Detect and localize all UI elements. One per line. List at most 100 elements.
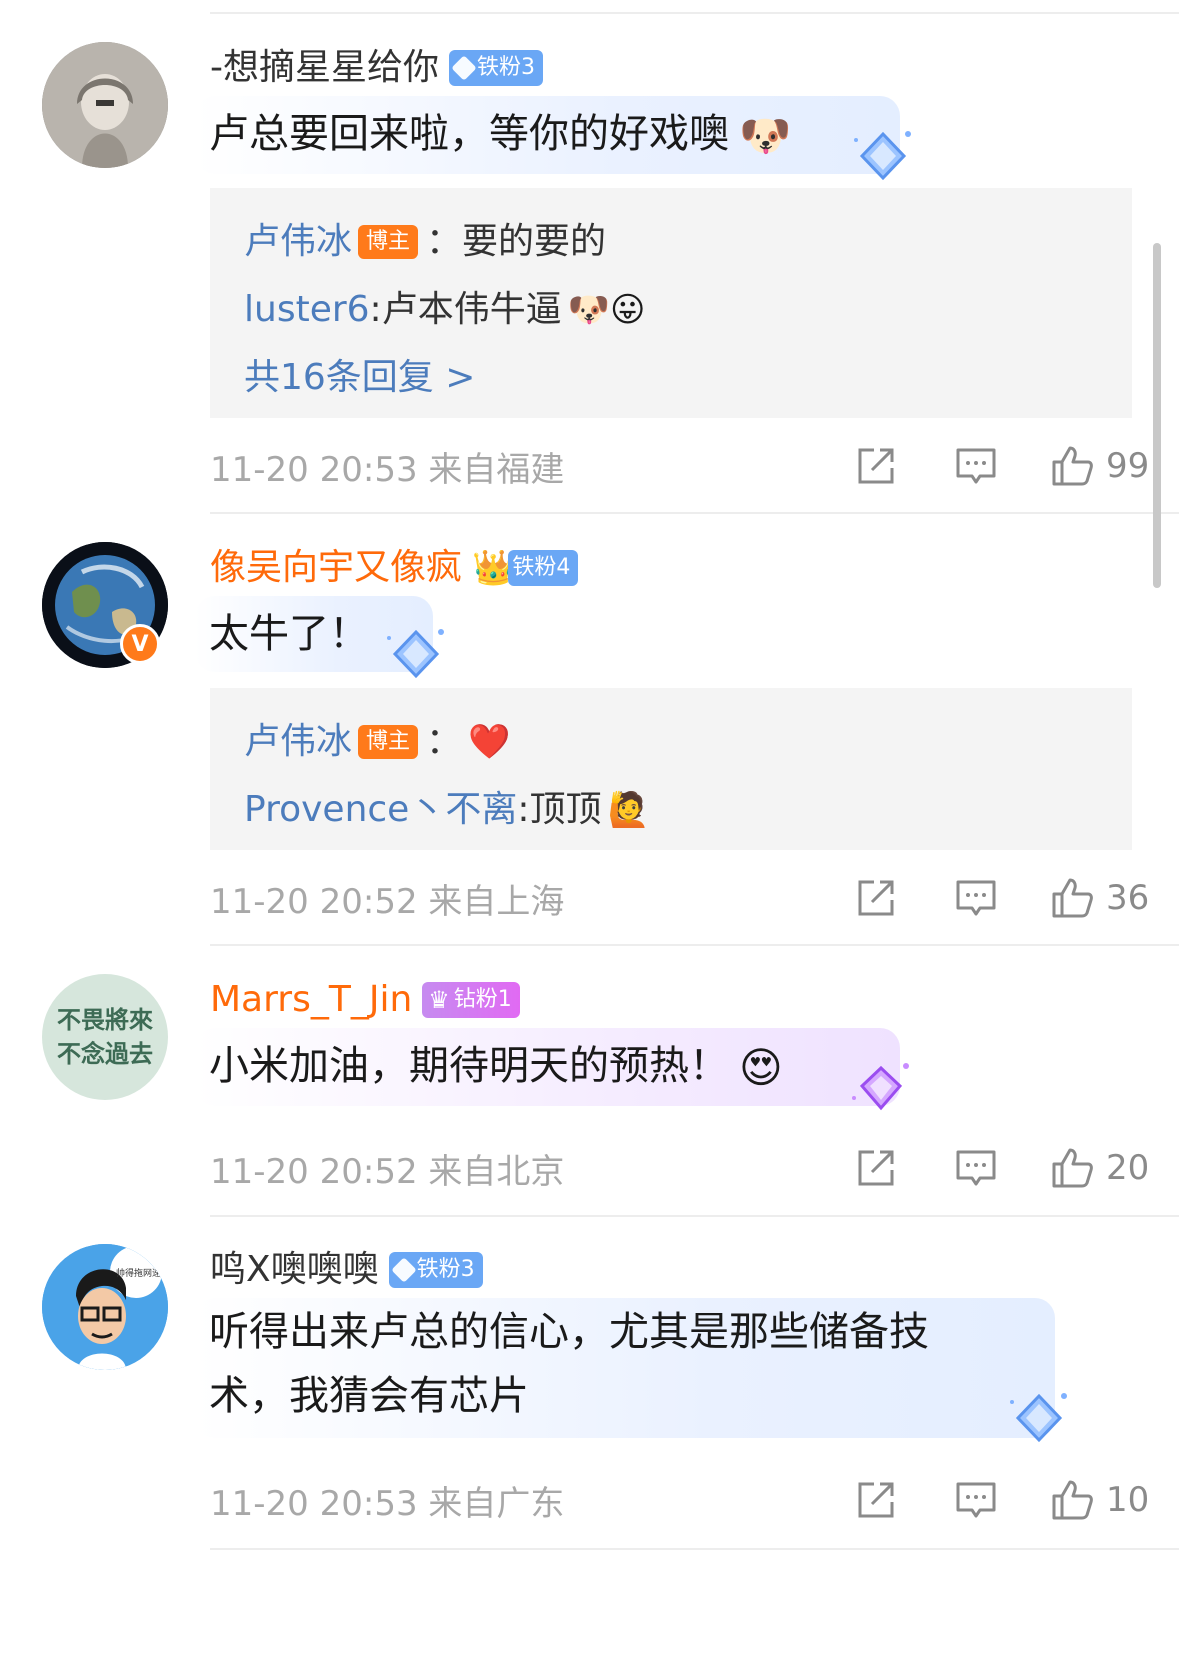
reply-separator: : — [369, 289, 382, 330]
username[interactable]: -想摘星星给你 铁粉3 — [210, 46, 543, 90]
repost-icon[interactable] — [854, 876, 898, 920]
action-bar: 36 — [798, 876, 1150, 920]
username-text[interactable]: 像吴向宇又像疯 — [210, 546, 462, 590]
username[interactable]: Marrs_T_Jin ♛ 钻粉1 — [210, 978, 520, 1022]
action-bar: 10 — [798, 1478, 1150, 1522]
comment-icon[interactable] — [954, 1146, 998, 1190]
comment-bubble[interactable]: 卢总要回来啦，等你的好戏噢 🐶 — [195, 96, 900, 174]
fan-badge-label: 铁粉3 — [416, 1257, 475, 1282]
comment-text: 卢总要回来啦，等你的好戏噢 — [209, 111, 729, 157]
diamond-deco-icon — [854, 131, 911, 181]
diamond-icon — [390, 1257, 417, 1283]
comment-meta: 11-20 20:52 来自北京 20 — [210, 1140, 1150, 1196]
reply-text: 卢本伟牛逼 — [381, 289, 562, 330]
comment-text: 小米加油，期待明天的预热！ — [209, 1043, 729, 1089]
diamond-deco-icon — [387, 629, 444, 679]
like-count: 10 — [1106, 1480, 1150, 1520]
comment-bubble[interactable]: 小米加油，期待明天的预热！ 😍 — [195, 1028, 900, 1106]
timestamp-location: 11-20 20:52 来自北京 — [210, 1151, 565, 1192]
username-text[interactable]: 鸣X噢噢噢 — [210, 1248, 379, 1292]
username[interactable]: 像吴向宇又像疯 👑 铁粉4 — [210, 546, 579, 590]
like-button[interactable]: 36 — [1050, 876, 1150, 920]
comment-text: 太牛了！ — [209, 611, 369, 657]
top-divider — [210, 12, 1179, 14]
avatar[interactable]: 帅得拖网速 — [42, 1244, 168, 1370]
username[interactable]: 鸣X噢噢噢 铁粉3 — [210, 1248, 483, 1292]
like-count: 36 — [1106, 878, 1150, 918]
reply-line[interactable]: luster6 : 卢本伟牛逼 🐶😛 — [244, 276, 1098, 344]
like-button[interactable]: 99 — [1050, 444, 1150, 488]
host-badge: 博主 — [358, 725, 419, 759]
reply-author[interactable]: 卢伟冰 — [244, 208, 352, 276]
comment-icon[interactable] — [954, 876, 998, 920]
fan-badge-label: 铁粉4 — [508, 550, 579, 586]
host-badge: 博主 — [358, 225, 419, 259]
fan-badge-label: 铁粉3 — [477, 55, 535, 80]
avatar[interactable] — [42, 42, 168, 168]
fan-badge-label: 钻粉1 — [453, 987, 512, 1012]
heart-emoji-icon: ❤️ — [468, 722, 511, 762]
like-icon[interactable] — [1050, 876, 1094, 920]
comment-divider — [210, 1548, 1179, 1550]
verified-badge-icon: V — [120, 624, 160, 664]
action-bar: 99 — [798, 444, 1150, 488]
fan-badge[interactable]: 铁粉3 — [449, 50, 543, 86]
flower-emoji-icon: 😍 — [739, 1043, 783, 1092]
fan-badge[interactable]: 👑 铁粉4 — [472, 546, 579, 590]
emoji-icon: 🐶😛 — [567, 290, 646, 330]
comment-text-line: 术，我猜会有芯片 — [209, 1373, 529, 1419]
timestamp-location: 11-20 20:53 来自福建 — [210, 449, 565, 490]
like-icon[interactable] — [1050, 444, 1094, 488]
more-replies-link[interactable]: 共16条回复 > — [244, 344, 1098, 412]
reply-author[interactable]: luster6 — [244, 276, 370, 344]
comment-text-line: 听得出来卢总的信心，尤其是那些储备技 — [209, 1309, 929, 1355]
reply-separator: ： — [426, 221, 463, 262]
avatar-bubble-text: 帅得拖网速 — [116, 1269, 162, 1279]
timestamp-location: 11-20 20:52 来自上海 — [210, 881, 565, 922]
comment-divider — [210, 944, 1179, 946]
comment-icon[interactable] — [954, 1478, 998, 1522]
comment-meta: 11-20 20:52 来自上海 36 — [210, 870, 1150, 926]
crown-icon: ♛ — [428, 986, 450, 1014]
like-button[interactable]: 20 — [1050, 1146, 1150, 1190]
username-text[interactable]: Marrs_T_Jin — [210, 978, 412, 1022]
fan-badge[interactable]: ♛ 钻粉1 — [422, 982, 520, 1018]
comment-divider — [210, 512, 1179, 514]
reply-author[interactable]: Provence丶不离 — [244, 776, 517, 844]
reply-line[interactable]: 卢伟冰 博主 ： ❤️ — [244, 708, 1098, 776]
scrollbar[interactable] — [1153, 243, 1161, 588]
comment-bubble[interactable]: 听得出来卢总的信心，尤其是那些储备技 术，我猜会有芯片 — [195, 1298, 1055, 1438]
reply-text: 顶顶 — [529, 789, 602, 830]
reply-author[interactable]: 卢伟冰 — [244, 708, 352, 776]
reply-separator: : — [517, 789, 530, 830]
timestamp-location: 11-20 20:53 来自广东 — [210, 1483, 565, 1524]
more-replies-label[interactable]: 共16条回复 > — [244, 344, 475, 412]
repost-icon[interactable] — [854, 1478, 898, 1522]
avatar-text-line: 不念過去 — [57, 1039, 153, 1068]
reply-box[interactable]: 卢伟冰 博主 ： 要的要的 luster6 : 卢本伟牛逼 🐶😛 共16条回复 … — [210, 188, 1132, 418]
avatar-photo — [42, 42, 168, 168]
comment-meta: 11-20 20:53 来自福建 99 — [210, 438, 1150, 494]
like-button[interactable]: 10 — [1050, 1478, 1150, 1522]
like-count: 20 — [1106, 1148, 1150, 1188]
reply-line[interactable]: 卢伟冰 博主 ： 要的要的 — [244, 208, 1098, 276]
avatar-text-line: 不畏將來 — [57, 1005, 153, 1034]
like-icon[interactable] — [1050, 1146, 1094, 1190]
fan-badge[interactable]: 铁粉3 — [388, 1252, 483, 1288]
username-text[interactable]: -想摘星星给你 — [210, 46, 439, 90]
diamond-icon — [451, 55, 477, 81]
purple-diamond-deco-icon — [852, 1063, 909, 1111]
like-icon[interactable] — [1050, 1478, 1094, 1522]
reply-line[interactable]: Provence丶不离 : 顶顶 🙋 — [244, 776, 1098, 844]
reply-box[interactable]: 卢伟冰 博主 ： ❤️ Provence丶不离 : 顶顶 🙋 — [210, 688, 1132, 850]
repost-icon[interactable] — [854, 1146, 898, 1190]
reply-separator: ： — [426, 721, 463, 762]
repost-icon[interactable] — [854, 444, 898, 488]
comment-icon[interactable] — [954, 444, 998, 488]
emoji-icon: 🙋 — [607, 790, 650, 830]
reply-text: 要的要的 — [462, 221, 607, 262]
doge-emoji-icon: 🐶 — [739, 111, 792, 160]
comment-divider — [210, 1215, 1179, 1217]
avatar[interactable]: 不畏將來 不念過去 — [42, 974, 168, 1100]
action-bar: 20 — [798, 1146, 1150, 1190]
